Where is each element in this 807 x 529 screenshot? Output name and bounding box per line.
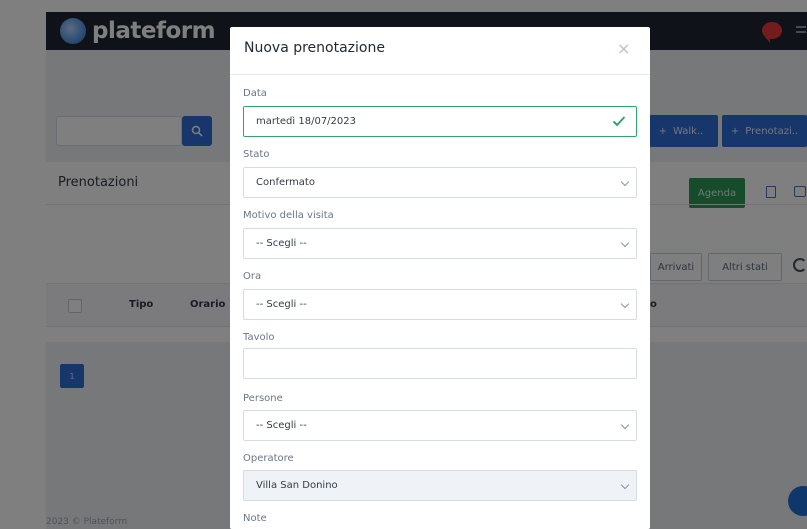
modal-header: Nuova prenotazione ×: [230, 27, 650, 75]
status-select[interactable]: Confermato: [243, 167, 637, 198]
status-label: Stato: [243, 149, 270, 160]
table-label: Tavolo: [243, 332, 275, 343]
people-label: Persone: [243, 393, 283, 404]
operator-value: Villa San Donino: [256, 480, 338, 491]
chevron-down-icon: [620, 238, 630, 248]
time-select[interactable]: -- Scegli --: [243, 289, 637, 320]
table-input[interactable]: [243, 348, 637, 379]
chevron-down-icon: [620, 177, 630, 187]
modal-title: Nuova prenotazione: [244, 40, 385, 56]
chevron-down-icon: [620, 480, 630, 490]
date-label: Data: [243, 88, 267, 99]
new-booking-modal: Nuova prenotazione × Data martedì 18/07/…: [230, 27, 650, 529]
operator-label: Operatore: [243, 453, 294, 464]
chevron-down-icon: [620, 420, 630, 430]
notes-label: Note: [243, 513, 267, 524]
operator-select[interactable]: Villa San Donino: [243, 470, 637, 501]
chevron-down-icon: [620, 299, 630, 309]
visit-reason-select[interactable]: -- Scegli --: [243, 228, 637, 259]
status-value: Confermato: [256, 177, 315, 188]
visit-reason-value: -- Scegli --: [256, 238, 307, 249]
close-icon[interactable]: ×: [617, 41, 630, 57]
time-value: -- Scegli --: [256, 299, 307, 310]
date-value: martedì 18/07/2023: [256, 116, 356, 127]
date-input[interactable]: martedì 18/07/2023: [243, 106, 637, 137]
time-label: Ora: [243, 271, 262, 282]
people-select[interactable]: -- Scegli --: [243, 410, 637, 441]
visit-reason-label: Motivo della visita: [243, 210, 334, 221]
screen: plateform + Walk.. + Prenotazi.. Prenota…: [0, 0, 807, 529]
check-icon: [612, 116, 626, 127]
people-value: -- Scegli --: [256, 420, 307, 431]
